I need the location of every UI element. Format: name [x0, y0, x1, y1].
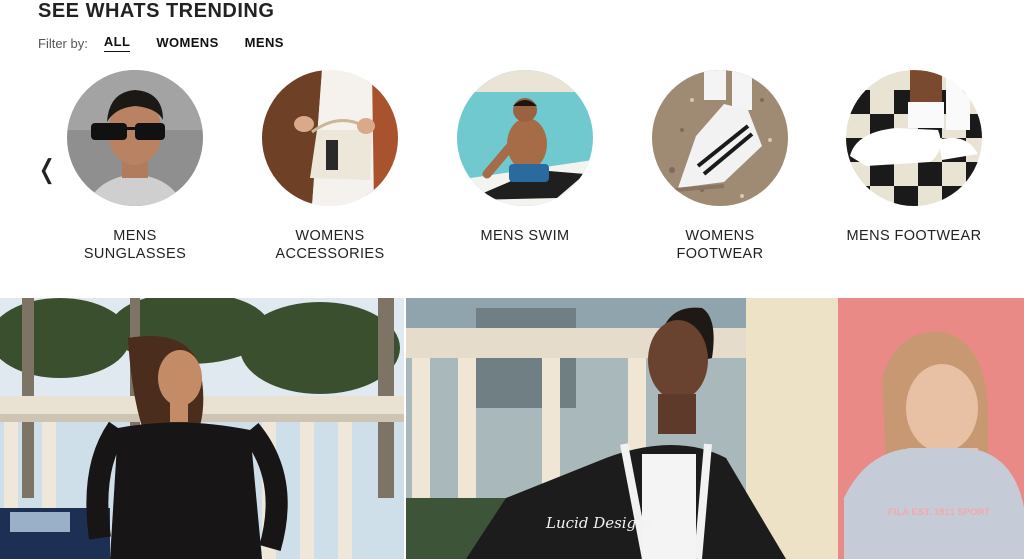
- filter-bar: Filter by: ALL WOMENS MENS: [38, 34, 310, 52]
- category-label: MENS SWIM: [480, 228, 570, 244]
- category-mens-footwear[interactable]: MENS FOOTWEAR: [819, 70, 1009, 245]
- filter-all[interactable]: ALL: [103, 34, 131, 52]
- category-image: [67, 70, 203, 206]
- category-image: [652, 70, 788, 206]
- category-image: [846, 70, 982, 206]
- filter-mens[interactable]: MENS: [245, 35, 284, 52]
- banner-kids[interactable]: FILA EST. 1911 SPORT: [838, 298, 1024, 559]
- category-label: MENS SUNGLASSES: [83, 228, 187, 262]
- filter-womens[interactable]: WOMENS: [156, 35, 218, 52]
- banner-womens[interactable]: [0, 298, 404, 559]
- banner-mens[interactable]: Lucid Designs: [406, 298, 838, 559]
- category-mens-swim[interactable]: MENS SWIM: [430, 70, 620, 245]
- category-label: WOMENS ACCESSORIES: [275, 228, 385, 262]
- jacket-print: Lucid Designs: [545, 514, 654, 532]
- category-image: [262, 70, 398, 206]
- category-label: WOMENS FOOTWEAR: [676, 228, 764, 262]
- category-mens-sunglasses[interactable]: MENS SUNGLASSES: [40, 70, 230, 263]
- category-womens-footwear[interactable]: WOMENS FOOTWEAR: [625, 70, 815, 263]
- section-title: SEE WHATS TRENDING: [38, 0, 275, 22]
- hoodie-print: FILA EST. 1911 SPORT: [888, 507, 990, 518]
- category-label: MENS FOOTWEAR: [846, 228, 982, 244]
- category-womens-accessories[interactable]: WOMENS ACCESSORIES: [235, 70, 425, 263]
- category-image: [457, 70, 593, 206]
- filter-label: Filter by:: [38, 35, 88, 51]
